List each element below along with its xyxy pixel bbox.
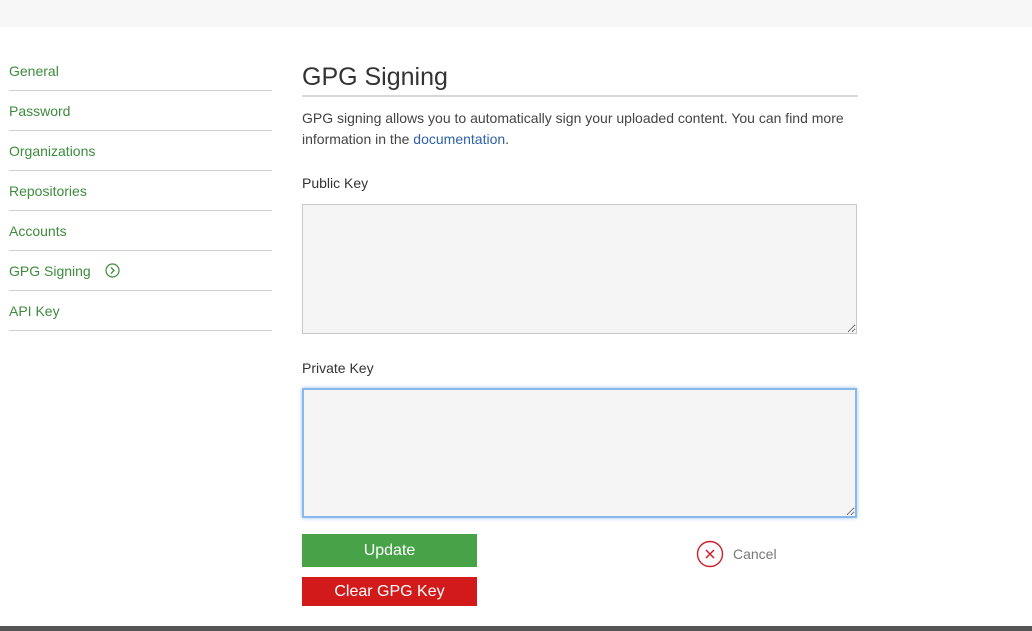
close-circle-icon <box>696 540 724 568</box>
sidebar-item-api-key[interactable]: API Key <box>9 291 272 331</box>
sidebar-item-label: Accounts <box>9 222 67 239</box>
sidebar-item-accounts[interactable]: Accounts <box>9 211 272 251</box>
sidebar-item-label: API Key <box>9 302 60 319</box>
sidebar-item-label: Repositories <box>9 182 87 199</box>
description-text: GPG signing allows you to automatically … <box>302 110 844 147</box>
gpg-signing-panel: GPG Signing GPG signing allows you to au… <box>302 60 858 606</box>
sidebar-item-password[interactable]: Password <box>9 91 272 131</box>
chevron-right-circle-icon <box>105 263 120 278</box>
settings-sidebar: General Password Organizations Repositor… <box>9 51 272 331</box>
sidebar-item-repositories[interactable]: Repositories <box>9 171 272 211</box>
public-key-label: Public Key <box>302 175 369 191</box>
page-description: GPG signing allows you to automatically … <box>302 108 858 150</box>
clear-gpg-key-button[interactable]: Clear GPG Key <box>302 577 477 606</box>
private-key-label: Private Key <box>302 360 374 376</box>
cancel-button[interactable]: Cancel <box>696 540 777 568</box>
documentation-link[interactable]: documentation <box>413 131 505 147</box>
sidebar-item-general[interactable]: General <box>9 51 272 91</box>
sidebar-item-label: Password <box>9 102 71 119</box>
sidebar-item-label: GPG Signing <box>9 262 91 279</box>
sidebar-item-label: General <box>9 62 59 79</box>
footer-bar <box>0 626 1032 631</box>
page-title: GPG Signing <box>302 60 858 97</box>
update-button[interactable]: Update <box>302 534 477 567</box>
top-bar <box>0 0 1032 27</box>
sidebar-item-organizations[interactable]: Organizations <box>9 131 272 171</box>
description-end: . <box>505 131 510 147</box>
private-key-textarea[interactable] <box>302 388 857 518</box>
sidebar-item-gpg-signing[interactable]: GPG Signing <box>9 251 272 291</box>
public-key-textarea[interactable] <box>302 204 857 334</box>
sidebar-item-label: Organizations <box>9 142 96 159</box>
cancel-label: Cancel <box>733 546 777 562</box>
